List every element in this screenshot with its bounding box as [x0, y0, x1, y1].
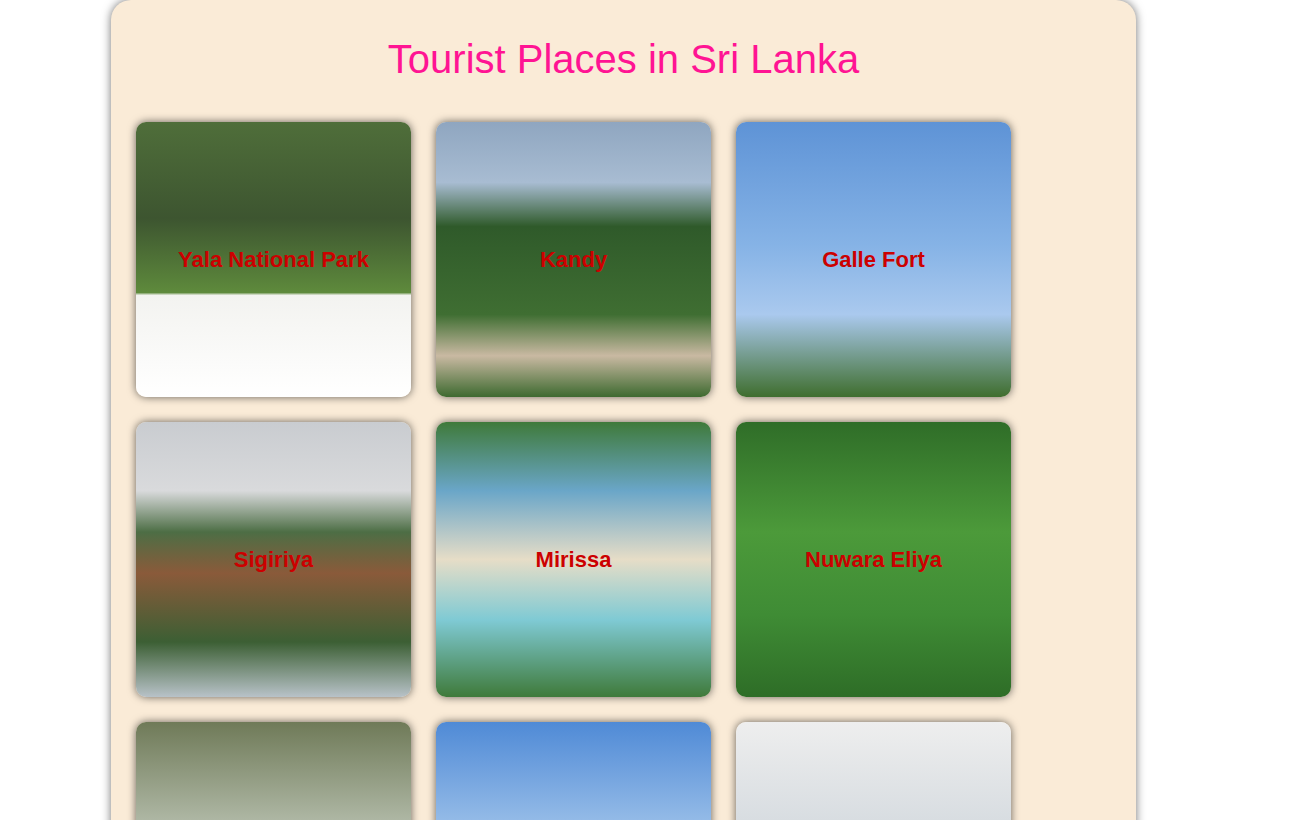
place-card[interactable]: Galle Fort	[736, 122, 1011, 397]
place-card[interactable]: Mirissa	[436, 422, 711, 697]
page-title: Tourist Places in Sri Lanka	[136, 36, 1111, 82]
place-card[interactable]	[436, 722, 711, 820]
place-label: Sigiriya	[230, 545, 317, 575]
place-card[interactable]	[136, 722, 411, 820]
place-label: Galle Fort	[818, 245, 929, 275]
place-label: Kandy	[536, 245, 611, 275]
place-label: Mirissa	[532, 545, 616, 575]
page: Tourist Places in Sri Lanka Yala National…	[0, 0, 1302, 820]
place-label: Yala National Park	[174, 245, 373, 275]
place-card[interactable]: Nuwara Eliya	[736, 422, 1011, 697]
place-card[interactable]: Kandy	[436, 122, 711, 397]
places-grid: Yala National Park Kandy Galle Fort Sigiriy…	[136, 122, 1111, 820]
places-panel: Tourist Places in Sri Lanka Yala National…	[111, 0, 1136, 820]
place-card[interactable]	[736, 722, 1011, 820]
place-label: Nuwara Eliya	[801, 545, 946, 575]
place-card[interactable]: Sigiriya	[136, 422, 411, 697]
place-card[interactable]: Yala National Park	[136, 122, 411, 397]
